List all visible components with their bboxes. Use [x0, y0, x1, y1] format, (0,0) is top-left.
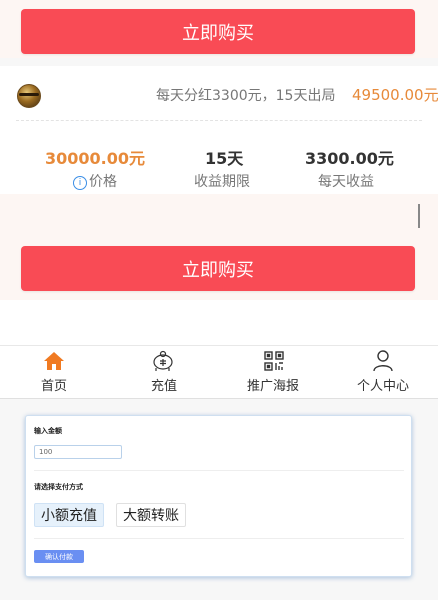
buy-now-button-2[interactable]: 立即购买 [21, 246, 415, 291]
confirm-payment-button[interactable]: 确认付款 [34, 550, 84, 563]
amount-input[interactable] [34, 445, 122, 459]
tab-profile[interactable]: 个人中心 [357, 375, 409, 394]
term-value: 15天 [205, 149, 244, 168]
info-icon[interactable]: i [73, 176, 87, 190]
scroll-indicator [418, 204, 420, 228]
spacer [0, 300, 438, 345]
product-description: 每天分红3300元，15天出局 [156, 88, 336, 104]
amount-label: 输入金额 [34, 427, 62, 435]
product-total-price: 49500.00元 [352, 86, 438, 104]
price-label: i 价格 [73, 171, 117, 191]
tab-home[interactable]: 首页 [41, 375, 67, 394]
small-recharge-option[interactable]: 小额充值 [34, 503, 104, 527]
tab-recharge[interactable]: 充值 [151, 375, 177, 394]
qr-code-icon[interactable] [264, 351, 284, 371]
buy-now-button[interactable]: 立即购买 [21, 9, 415, 54]
coin-stripe [19, 93, 39, 96]
daily-income-value: 3300.00元 [305, 149, 394, 168]
daily-income-label: 每天收益 [318, 174, 374, 190]
payment-method-label: 请选择支付方式 [34, 483, 83, 491]
user-icon[interactable] [373, 350, 393, 372]
panel-divider [34, 470, 404, 471]
tab-poster[interactable]: 推广海报 [247, 375, 299, 394]
coin-icon [17, 84, 41, 108]
large-transfer-option[interactable]: 大额转账 [116, 503, 186, 527]
dashed-divider [16, 120, 422, 121]
term-label: 收益期限 [194, 174, 250, 190]
home-icon[interactable] [43, 351, 65, 371]
piggy-bank-icon[interactable] [151, 350, 175, 372]
price-value: 30000.00元 [45, 149, 146, 168]
panel-divider-2 [34, 538, 404, 539]
